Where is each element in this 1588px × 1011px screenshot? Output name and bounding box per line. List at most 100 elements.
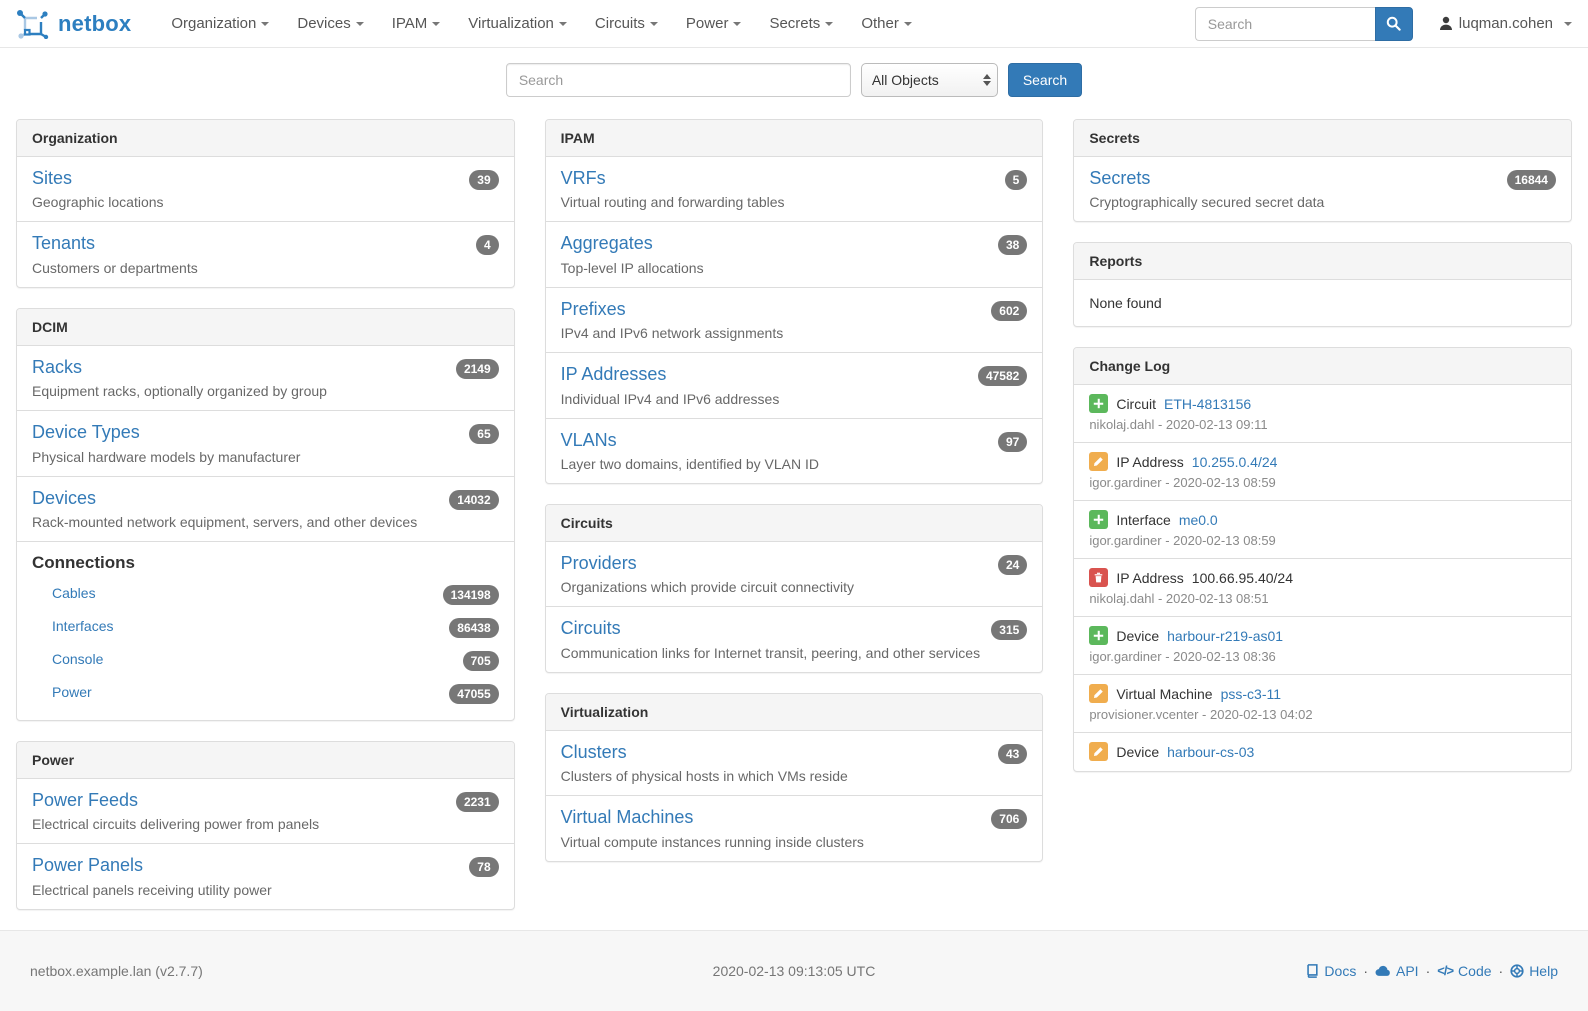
panel-header-reports: Reports bbox=[1074, 243, 1571, 280]
footer-link-help[interactable]: Help bbox=[1510, 963, 1558, 979]
panel-power: PowerPower Feeds2231Electrical circuits … bbox=[16, 741, 515, 910]
sub-row-cables: Cables134198 bbox=[32, 577, 499, 610]
pencil-icon bbox=[1089, 452, 1108, 471]
user-menu[interactable]: luqman.cohen bbox=[1439, 15, 1572, 32]
aggregates-link[interactable]: Aggregates bbox=[561, 232, 653, 255]
ip-addresses-count-badge: 47582 bbox=[978, 366, 1027, 386]
nav-item-other[interactable]: Other bbox=[847, 15, 926, 32]
nav-item-label: Circuits bbox=[595, 15, 645, 32]
nav-item-label: Virtualization bbox=[468, 15, 554, 32]
search-icon bbox=[1386, 16, 1402, 32]
console-link[interactable]: Console bbox=[52, 651, 103, 667]
caret-down-icon bbox=[733, 22, 741, 26]
power-feeds-link[interactable]: Power Feeds bbox=[32, 789, 138, 812]
navbar-search-input[interactable] bbox=[1195, 7, 1375, 41]
changelog-line: Virtual Machine pss-c3-11 bbox=[1089, 684, 1556, 703]
list-item-secrets: Secrets16844Cryptographically secured se… bbox=[1074, 157, 1571, 221]
list-item-top: VLANs 97 bbox=[561, 429, 1028, 452]
nav-item-ipam[interactable]: IPAM bbox=[378, 15, 455, 32]
nav-item-power[interactable]: Power bbox=[672, 15, 756, 32]
list-item-circuits: Circuits315Communication links for Inter… bbox=[546, 606, 1043, 671]
racks-link[interactable]: Racks bbox=[32, 356, 82, 379]
cloud-icon bbox=[1375, 964, 1391, 977]
nav-item-organization[interactable]: Organization bbox=[157, 15, 283, 32]
power-panels-count-badge: 78 bbox=[469, 857, 498, 877]
circuits-link[interactable]: Circuits bbox=[561, 617, 621, 640]
plus-icon bbox=[1089, 510, 1108, 529]
user-icon bbox=[1439, 16, 1453, 31]
devices-link[interactable]: Devices bbox=[32, 487, 96, 510]
list-item-providers: Providers24Organizations which provide c… bbox=[546, 542, 1043, 606]
device-types-link[interactable]: Device Types bbox=[32, 421, 140, 444]
list-item-top: Power Panels 78 bbox=[32, 854, 499, 877]
user-name: luqman.cohen bbox=[1459, 15, 1553, 32]
clusters-link[interactable]: Clusters bbox=[561, 741, 627, 764]
list-item-description: Virtual compute instances running inside… bbox=[561, 834, 1028, 850]
changelog-object-type: Virtual Machine bbox=[1116, 686, 1212, 702]
global-search-button[interactable]: Search bbox=[1008, 63, 1082, 97]
prefixes-link[interactable]: Prefixes bbox=[561, 298, 626, 321]
changelog-object-link[interactable]: 10.255.0.4/24 bbox=[1192, 454, 1278, 470]
list-item-description: Organizations which provide circuit conn… bbox=[561, 579, 1028, 595]
list-item-devices: Devices14032Rack-mounted network equipme… bbox=[17, 476, 514, 541]
list-item-top: Clusters43 bbox=[561, 741, 1028, 764]
footer-link-api[interactable]: API bbox=[1375, 963, 1419, 979]
list-item-power-feeds: Power Feeds2231Electrical circuits deliv… bbox=[17, 779, 514, 843]
nav-item-devices[interactable]: Devices bbox=[283, 15, 377, 32]
footer-timestamp: 2020-02-13 09:13:05 UTC bbox=[539, 963, 1048, 979]
changelog-object-link[interactable]: ETH-4813156 bbox=[1164, 396, 1251, 412]
changelog-object-type: Circuit bbox=[1116, 396, 1156, 412]
navbar-search-button[interactable] bbox=[1375, 7, 1413, 41]
list-item-ip-addresses: IP Addresses 47582 Individual IPv4 and IPv… bbox=[546, 352, 1043, 417]
aggregates-count-badge: 38 bbox=[998, 235, 1027, 255]
providers-link[interactable]: Providers bbox=[561, 552, 637, 575]
tenants-count-badge: 4 bbox=[476, 235, 499, 255]
panel-reports: ReportsNone found bbox=[1073, 242, 1572, 327]
nav-item-secrets[interactable]: Secrets bbox=[755, 15, 847, 32]
vrfs-count-badge: 5 bbox=[1005, 170, 1028, 190]
list-item-tenants: Tenants 4 Customers or departments bbox=[17, 221, 514, 286]
changelog-object-link[interactable]: harbour-cs-03 bbox=[1167, 744, 1254, 760]
global-search-input[interactable] bbox=[506, 63, 851, 97]
list-item-virtual-machines: Virtual Machines706Virtual compute insta… bbox=[546, 795, 1043, 860]
footer-link-docs[interactable]: Docs bbox=[1305, 963, 1356, 979]
sites-link[interactable]: Sites bbox=[32, 167, 72, 190]
footer-link-code[interactable]: </>Code bbox=[1437, 963, 1491, 979]
caret-down-icon bbox=[904, 22, 912, 26]
secrets-count-badge: 16844 bbox=[1507, 170, 1556, 190]
main-menu: OrganizationDevicesIPAM Virtualization Cir… bbox=[157, 15, 926, 32]
dashboard: OrganizationSites39Geographic locationsT… bbox=[0, 119, 1588, 930]
power-panels-link[interactable]: Power Panels bbox=[32, 854, 143, 877]
panel-header-organization: Organization bbox=[17, 120, 514, 157]
ip-addresses-link[interactable]: IP Addresses bbox=[561, 363, 667, 386]
list-item-description: Customers or departments bbox=[32, 260, 499, 276]
vlans-count-badge: 97 bbox=[998, 432, 1027, 452]
vlans-link[interactable]: VLANs bbox=[561, 429, 617, 452]
secrets-link[interactable]: Secrets bbox=[1089, 167, 1150, 190]
changelog-object-type: Device bbox=[1116, 628, 1159, 644]
list-item-description: Individual IPv4 and IPv6 addresses bbox=[561, 391, 1028, 407]
footer-link-label: Docs bbox=[1324, 963, 1356, 979]
devices-count-badge: 14032 bbox=[449, 490, 498, 510]
panel-secrets: SecretsSecrets16844Cryptographically sec… bbox=[1073, 119, 1572, 222]
changelog-object-link[interactable]: harbour-r219-as01 bbox=[1167, 628, 1283, 644]
cables-link[interactable]: Cables bbox=[52, 585, 96, 601]
list-item-top: Circuits315 bbox=[561, 617, 1028, 640]
virtual-machines-link[interactable]: Virtual Machines bbox=[561, 806, 694, 829]
list-item-top: Secrets 16844 bbox=[1089, 167, 1556, 190]
panel-header-ipam: IPAM bbox=[546, 120, 1043, 157]
nav-item-circuits[interactable]: Circuits bbox=[581, 15, 672, 32]
vrfs-link[interactable]: VRFs bbox=[561, 167, 606, 190]
tenants-link[interactable]: Tenants bbox=[32, 232, 95, 255]
interfaces-link[interactable]: Interfaces bbox=[52, 618, 113, 634]
column-2: IPAMVRFs5Virtual routing and forwarding … bbox=[545, 119, 1044, 882]
search-scope-select[interactable]: All Objects bbox=[861, 63, 998, 97]
nav-item-virtualization[interactable]: Virtualization bbox=[454, 15, 581, 32]
power-link[interactable]: Power bbox=[52, 684, 92, 700]
panel-empty-text: None found bbox=[1074, 280, 1571, 326]
changelog-object-link[interactable]: pss-c3-11 bbox=[1221, 686, 1281, 702]
changelog-line: IP Address10.255.0.4/24 bbox=[1089, 452, 1556, 471]
changelog-object-link[interactable]: me0.0 bbox=[1179, 512, 1218, 528]
changelog-entry: Deviceharbour-cs-03 bbox=[1074, 732, 1571, 771]
netbox-brand-link[interactable]: netbox bbox=[16, 9, 131, 39]
